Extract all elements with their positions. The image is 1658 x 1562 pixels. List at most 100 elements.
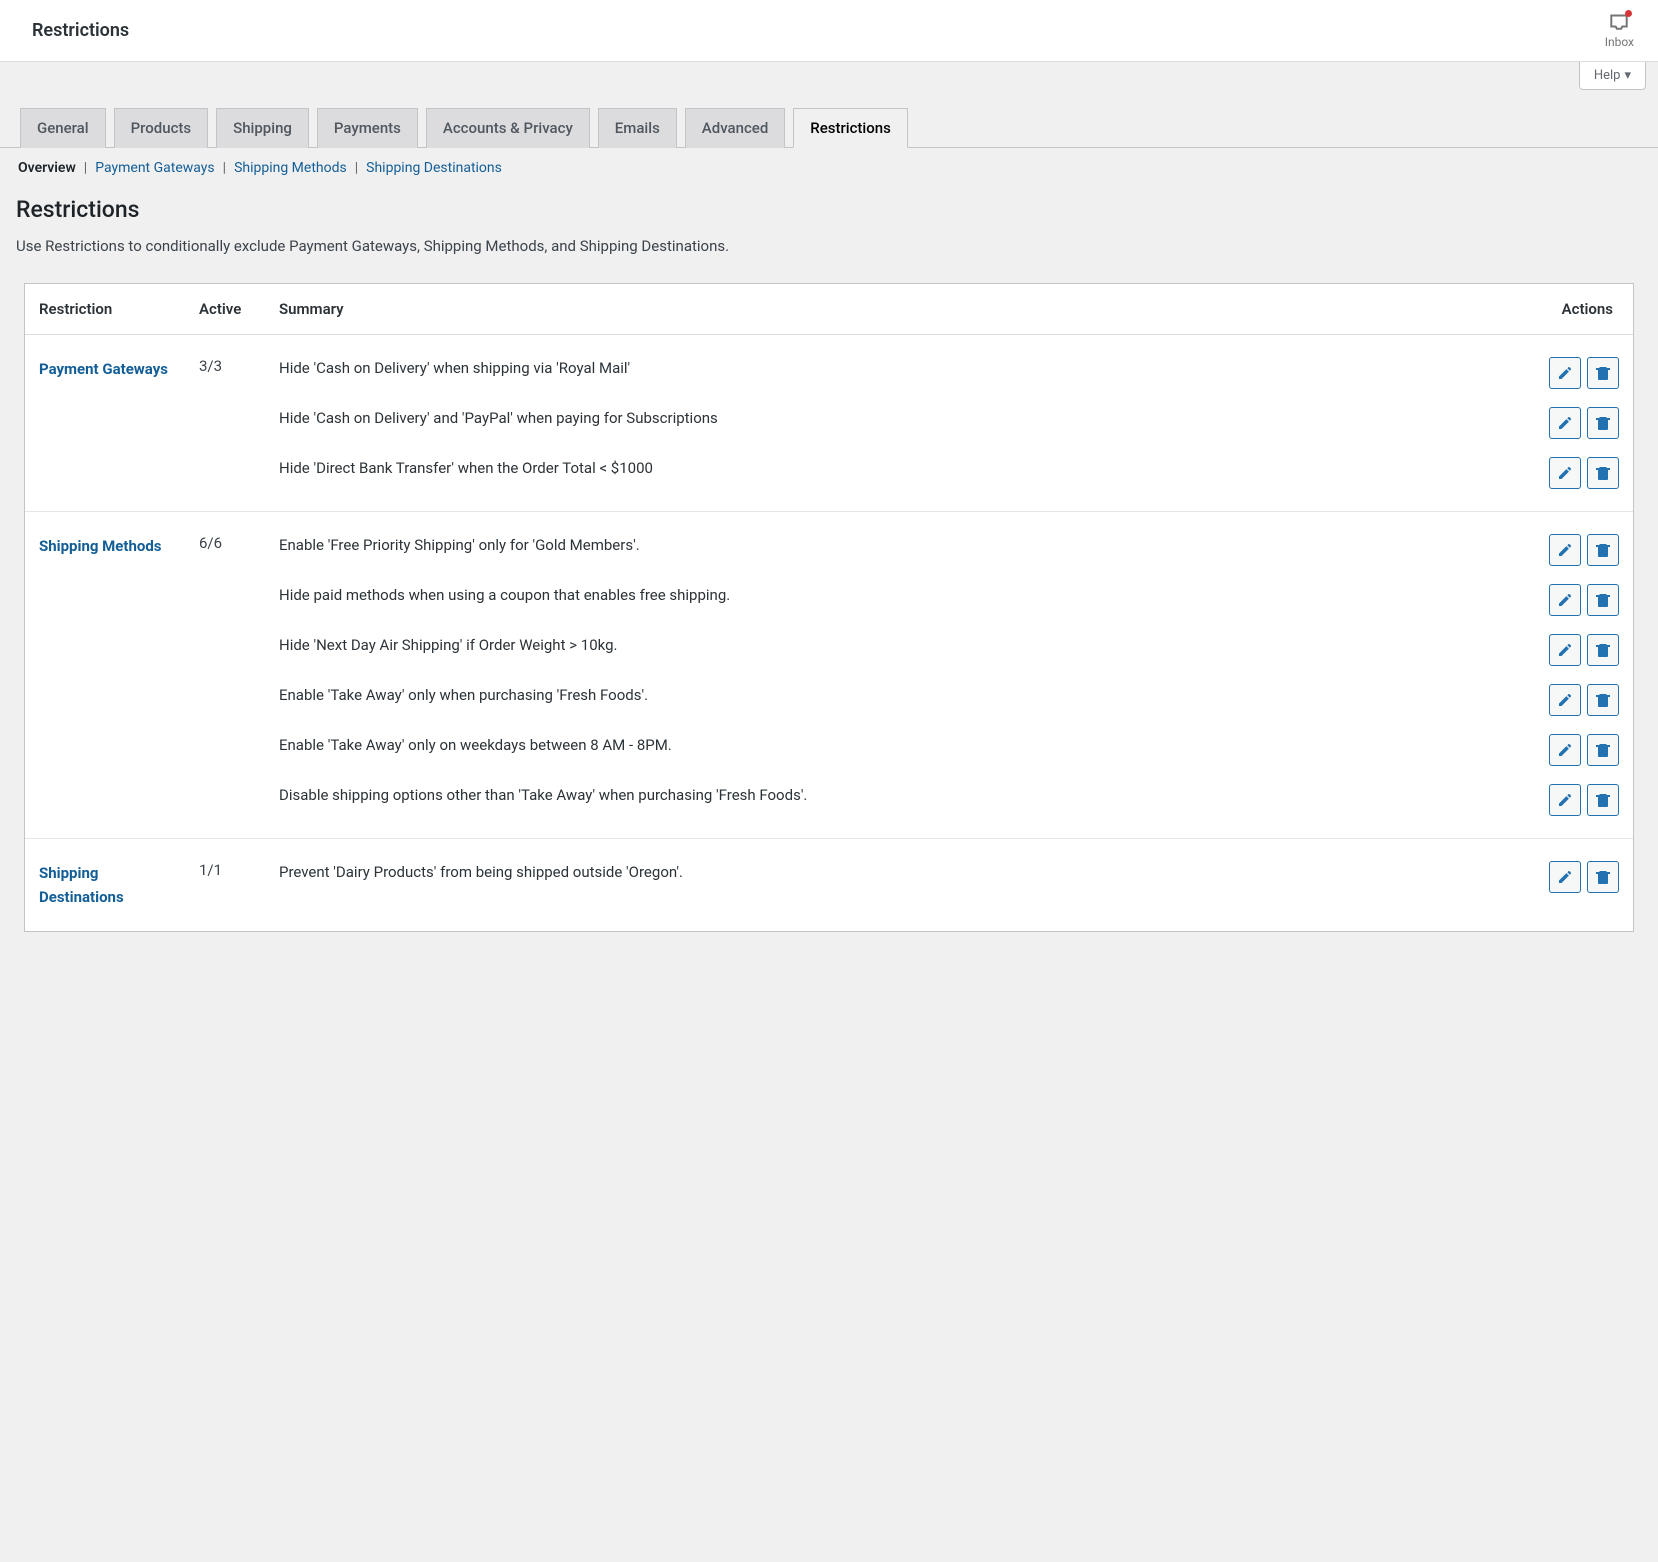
- subnav: Overview|Payment Gateways|Shipping Metho…: [0, 148, 1658, 176]
- summary-row: Hide 'Direct Bank Transfer' when the Ord…: [279, 457, 1619, 489]
- edit-button[interactable]: [1549, 534, 1581, 566]
- pencil-icon: [1557, 869, 1573, 885]
- trash-icon: [1595, 792, 1611, 808]
- caret-down-icon: ▾: [1624, 68, 1631, 83]
- row-actions: [1549, 861, 1619, 893]
- summary-text: Enable 'Free Priority Shipping' only for…: [279, 534, 1531, 557]
- trash-icon: [1595, 415, 1611, 431]
- delete-button[interactable]: [1587, 784, 1619, 816]
- page-description: Use Restrictions to conditionally exclud…: [16, 237, 1642, 255]
- summary-row: Hide 'Cash on Delivery' and 'PayPal' whe…: [279, 407, 1619, 457]
- inbox-button[interactable]: Inbox: [1605, 12, 1634, 49]
- summary-row: Disable shipping options other than 'Tak…: [279, 784, 1619, 816]
- summary-text: Hide 'Cash on Delivery' and 'PayPal' whe…: [279, 407, 1531, 430]
- table-row: Shipping Methods 6/6 Enable 'Free Priority…: [25, 512, 1633, 839]
- edit-button[interactable]: [1549, 734, 1581, 766]
- nav-tab-accounts-privacy[interactable]: Accounts & Privacy: [426, 108, 590, 148]
- active-count: 6/6: [199, 534, 222, 552]
- summary-text: Enable 'Take Away' only on weekdays betw…: [279, 734, 1531, 757]
- delete-button[interactable]: [1587, 457, 1619, 489]
- nav-tab-emails[interactable]: Emails: [598, 108, 677, 148]
- pencil-icon: [1557, 365, 1573, 381]
- delete-button[interactable]: [1587, 357, 1619, 389]
- nav-tab-restrictions[interactable]: Restrictions: [793, 108, 908, 148]
- nav-tab-general[interactable]: General: [20, 108, 106, 148]
- edit-button[interactable]: [1549, 457, 1581, 489]
- separator: |: [221, 160, 228, 176]
- active-count: 1/1: [199, 861, 222, 879]
- row-actions: [1549, 584, 1619, 616]
- help-label: Help: [1594, 68, 1621, 83]
- page-title: Restrictions: [16, 196, 1642, 223]
- edit-button[interactable]: [1549, 357, 1581, 389]
- nav-tabs: GeneralProductsShippingPaymentsAccounts …: [0, 90, 1658, 148]
- edit-button[interactable]: [1549, 407, 1581, 439]
- restrictions-table: Restriction Active Summary Actions Payme…: [25, 284, 1633, 931]
- row-actions: [1549, 634, 1619, 666]
- delete-button[interactable]: [1587, 684, 1619, 716]
- delete-button[interactable]: [1587, 861, 1619, 893]
- summary-text: Hide 'Cash on Delivery' when shipping vi…: [279, 357, 1531, 380]
- pencil-icon: [1557, 592, 1573, 608]
- pencil-icon: [1557, 692, 1573, 708]
- help-button[interactable]: Help ▾: [1579, 62, 1646, 90]
- edit-button[interactable]: [1549, 634, 1581, 666]
- separator: |: [353, 160, 360, 176]
- row-actions: [1549, 357, 1619, 389]
- trash-icon: [1595, 642, 1611, 658]
- summary-text: Hide 'Direct Bank Transfer' when the Ord…: [279, 457, 1531, 480]
- row-actions: [1549, 684, 1619, 716]
- nav-tab-products[interactable]: Products: [114, 108, 209, 148]
- restriction-link-payment-gateways[interactable]: Payment Gateways: [39, 357, 168, 381]
- pencil-icon: [1557, 465, 1573, 481]
- row-actions: [1549, 407, 1619, 439]
- pencil-icon: [1557, 415, 1573, 431]
- th-actions: Actions: [1523, 284, 1633, 335]
- nav-tab-advanced[interactable]: Advanced: [685, 108, 785, 148]
- table-row: Payment Gateways 3/3 Hide 'Cash on Deliver…: [25, 335, 1633, 512]
- edit-button[interactable]: [1549, 684, 1581, 716]
- separator: |: [82, 160, 89, 176]
- trash-icon: [1595, 365, 1611, 381]
- delete-button[interactable]: [1587, 584, 1619, 616]
- summary-row: Hide 'Cash on Delivery' when shipping vi…: [279, 357, 1619, 407]
- pencil-icon: [1557, 542, 1573, 558]
- trash-icon: [1595, 869, 1611, 885]
- subnav-overview: Overview: [16, 160, 78, 176]
- active-count: 3/3: [199, 357, 222, 375]
- summary-row: Enable 'Take Away' only when purchasing …: [279, 684, 1619, 734]
- edit-button[interactable]: [1549, 584, 1581, 616]
- topbar-title: Restrictions: [32, 20, 129, 41]
- delete-button[interactable]: [1587, 407, 1619, 439]
- trash-icon: [1595, 465, 1611, 481]
- summary-text: Hide paid methods when using a coupon th…: [279, 584, 1531, 607]
- delete-button[interactable]: [1587, 734, 1619, 766]
- edit-button[interactable]: [1549, 784, 1581, 816]
- pencil-icon: [1557, 742, 1573, 758]
- help-row: Help ▾: [0, 62, 1658, 90]
- edit-button[interactable]: [1549, 861, 1581, 893]
- restriction-link-shipping-methods[interactable]: Shipping Methods: [39, 534, 161, 558]
- inbox-label: Inbox: [1605, 35, 1634, 49]
- table-row: Shipping Destinations1/1Prevent 'Dairy P…: [25, 839, 1633, 932]
- subnav-payment-gateways[interactable]: Payment Gateways: [93, 160, 216, 176]
- summary-row: Hide 'Next Day Air Shipping' if Order We…: [279, 634, 1619, 684]
- nav-tab-shipping[interactable]: Shipping: [216, 108, 309, 148]
- subnav-shipping-destinations[interactable]: Shipping Destinations: [364, 160, 504, 176]
- content: Restrictions Use Restrictions to conditi…: [0, 176, 1658, 972]
- pencil-icon: [1557, 792, 1573, 808]
- th-summary: Summary: [265, 284, 1523, 335]
- delete-button[interactable]: [1587, 634, 1619, 666]
- subnav-shipping-methods[interactable]: Shipping Methods: [232, 160, 349, 176]
- nav-tab-payments[interactable]: Payments: [317, 108, 418, 148]
- inbox-icon: [1608, 12, 1630, 33]
- trash-icon: [1595, 542, 1611, 558]
- topbar: Restrictions Inbox: [0, 0, 1658, 62]
- th-restriction: Restriction: [25, 284, 185, 335]
- restriction-link-shipping-destinations[interactable]: Shipping Destinations: [39, 861, 171, 909]
- row-actions: [1549, 784, 1619, 816]
- delete-button[interactable]: [1587, 534, 1619, 566]
- row-actions: [1549, 534, 1619, 566]
- restrictions-table-wrap: Restriction Active Summary Actions Payme…: [24, 283, 1634, 932]
- summary-row: Hide paid methods when using a coupon th…: [279, 584, 1619, 634]
